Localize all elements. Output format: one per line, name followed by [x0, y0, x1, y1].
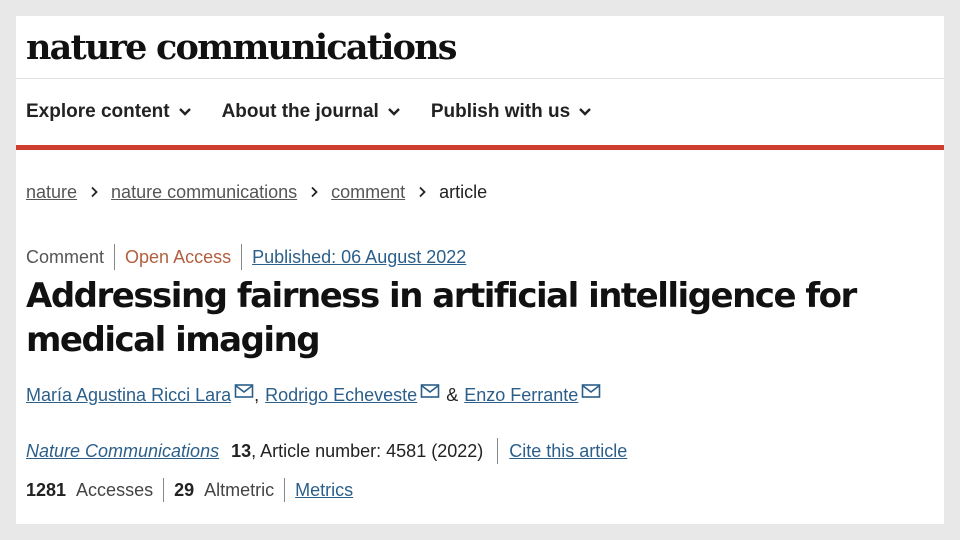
metrics-link[interactable]: Metrics [295, 480, 353, 501]
author-link[interactable]: Rodrigo Echeveste [265, 385, 417, 406]
article-title: Addressing fairness in artificial intell… [26, 276, 857, 360]
author-list: María Agustina Ricci Lara , Rodrigo Eche… [26, 382, 934, 408]
chevron-right-icon [311, 186, 318, 198]
metrics-bar: 1281 Accesses 29 Altmetric Metrics [26, 477, 934, 503]
author-link[interactable]: María Agustina Ricci Lara [26, 385, 231, 406]
breadcrumb: nature nature communications comment art… [26, 179, 934, 205]
chevron-right-icon [419, 186, 426, 198]
mail-icon[interactable] [420, 383, 440, 399]
chevron-down-icon [178, 108, 191, 116]
accesses-count: 1281 [26, 479, 67, 500]
mail-icon[interactable] [234, 383, 254, 399]
accesses-label: Accesses [76, 479, 154, 500]
divider [284, 478, 286, 502]
altmetric-label: Altmetric [204, 479, 275, 500]
nav-item-label: About the journal [221, 101, 379, 122]
article-meta: Comment Open Access Published: 06 August… [26, 244, 934, 270]
author-link[interactable]: Enzo Ferrante [464, 385, 578, 406]
nav-item-label: Explore content [26, 101, 170, 122]
chevron-down-icon [579, 108, 592, 116]
breadcrumb-current: article [439, 181, 488, 202]
nav-item-label: Publish with us [430, 101, 571, 122]
brand-bar: nature communications [16, 16, 944, 79]
divider [497, 438, 499, 464]
article-header: nature nature communications comment art… [16, 179, 944, 503]
breadcrumb-link-nature[interactable]: nature [26, 182, 77, 203]
article-type: Comment [26, 246, 105, 267]
divider [163, 478, 165, 502]
journal-logo[interactable]: nature communications [26, 27, 458, 68]
altmetric-count: 29 [174, 479, 195, 500]
breadcrumb-link-comment[interactable]: comment [331, 182, 405, 203]
open-access-badge: Open Access [125, 246, 232, 267]
author-separator: & [446, 384, 459, 405]
article-number: , Article number: 4581 (2022) [251, 440, 484, 461]
nav-explore-content[interactable]: Explore content [26, 101, 192, 123]
page: nature communications Explore content Ab… [16, 16, 944, 524]
author-separator: , [254, 384, 260, 405]
chevron-down-icon [387, 108, 400, 116]
journal-link[interactable]: Nature Communications [26, 441, 219, 462]
nav-publish-with-us[interactable]: Publish with us [431, 101, 592, 123]
breadcrumb-link-nature-communications[interactable]: nature communications [111, 182, 297, 203]
divider [114, 244, 116, 270]
chevron-right-icon [91, 186, 98, 198]
volume-number: 13 [231, 440, 252, 461]
mail-icon[interactable] [581, 383, 601, 399]
main-nav: Explore content About the journal Publis… [16, 79, 944, 150]
cite-this-article-link[interactable]: Cite this article [509, 441, 627, 462]
divider [241, 244, 243, 270]
nav-about-the-journal[interactable]: About the journal [222, 101, 401, 123]
citation-line: Nature Communications 13 , Article numbe… [26, 438, 934, 464]
published-date-link[interactable]: Published: 06 August 2022 [252, 247, 466, 268]
